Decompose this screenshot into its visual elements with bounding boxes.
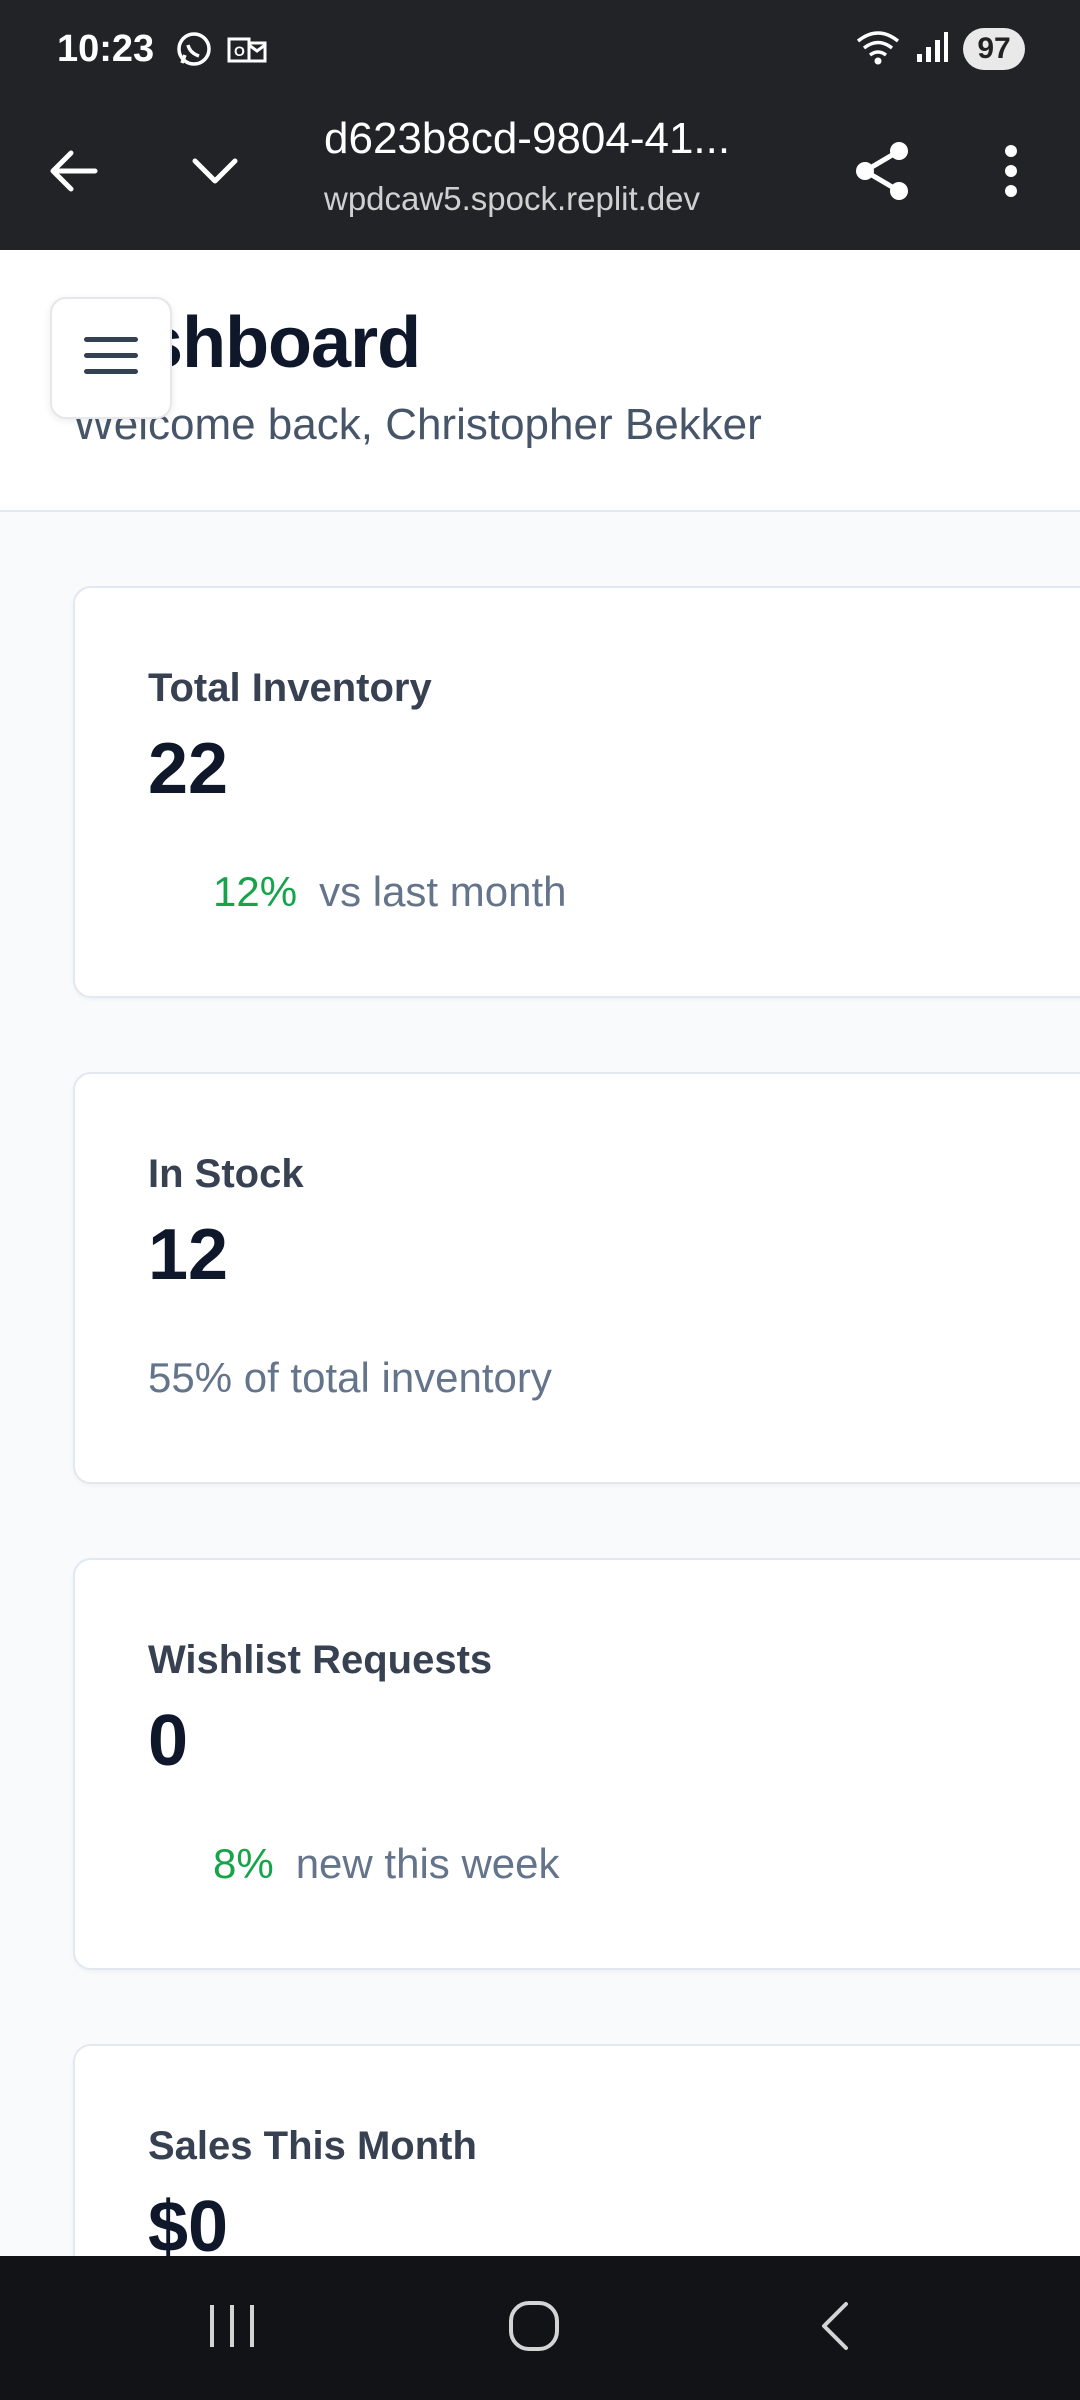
stat-card-wishlist-requests: Wishlist Requests 0 8% new this week [73, 1558, 1080, 1970]
back-arrow-icon [45, 143, 101, 204]
battery-indicator: 97 [963, 28, 1025, 70]
welcome-message: Welcome back, Christopher Bekker [73, 400, 762, 449]
stat-trend: 12% vs last month [213, 868, 567, 916]
page-url-title[interactable]: d623b8cd-9804-41... [324, 114, 730, 164]
stat-value: 22 [148, 729, 229, 809]
stat-note: 55% of total inventory [148, 1354, 552, 1401]
trend-percent: 8% [213, 1840, 274, 1887]
trend-text: vs last month [319, 868, 567, 915]
outlook-icon: O [227, 31, 267, 72]
status-bar: 10:23 O 97 [0, 0, 1080, 100]
stat-label: Sales This Month [148, 2124, 477, 2168]
whatsapp-icon [175, 30, 213, 73]
wifi-icon [855, 29, 901, 70]
hamburger-menu-icon [82, 333, 140, 384]
stat-label: Wishlist Requests [148, 1638, 493, 1682]
back-chevron-icon [816, 2298, 856, 2359]
stat-trend: 8% new this week [213, 1840, 560, 1888]
stat-value: 0 [148, 1701, 189, 1781]
chevron-down-icon [187, 143, 243, 204]
share-button[interactable] [838, 128, 928, 218]
svg-text:O: O [234, 43, 245, 59]
system-navigation-bar [0, 2256, 1080, 2400]
share-icon [853, 139, 913, 208]
page-url-domain[interactable]: wpdcaw5.spock.replit.dev [324, 180, 724, 218]
system-back-button[interactable] [776, 2278, 896, 2378]
browser-toolbar: d623b8cd-9804-41... wpdcaw5.spock.replit… [0, 100, 1080, 250]
stat-label: In Stock [148, 1152, 304, 1196]
collapse-button[interactable] [170, 128, 260, 218]
trend-percent: 12% [213, 868, 298, 915]
status-time: 10:23 [57, 28, 155, 70]
signal-icon [915, 30, 949, 69]
home-button[interactable] [474, 2278, 594, 2378]
recent-apps-button[interactable] [172, 2278, 292, 2378]
more-options-button[interactable] [966, 128, 1056, 218]
stat-value: 12 [148, 1215, 229, 1295]
menu-toggle-button[interactable] [50, 297, 172, 419]
more-vert-icon [1001, 143, 1021, 204]
stat-label: Total Inventory [148, 666, 432, 710]
stat-card-total-inventory: Total Inventory 22 12% vs last month [73, 586, 1080, 998]
stat-card-in-stock: In Stock 12 55% of total inventory [73, 1072, 1080, 1484]
trend-text: new this week [295, 1840, 560, 1887]
home-icon [506, 2298, 562, 2359]
recent-apps-icon [204, 2301, 260, 2356]
page-header: Dashboard Welcome back, Christopher Bekk… [0, 250, 1080, 512]
back-button[interactable] [28, 128, 118, 218]
